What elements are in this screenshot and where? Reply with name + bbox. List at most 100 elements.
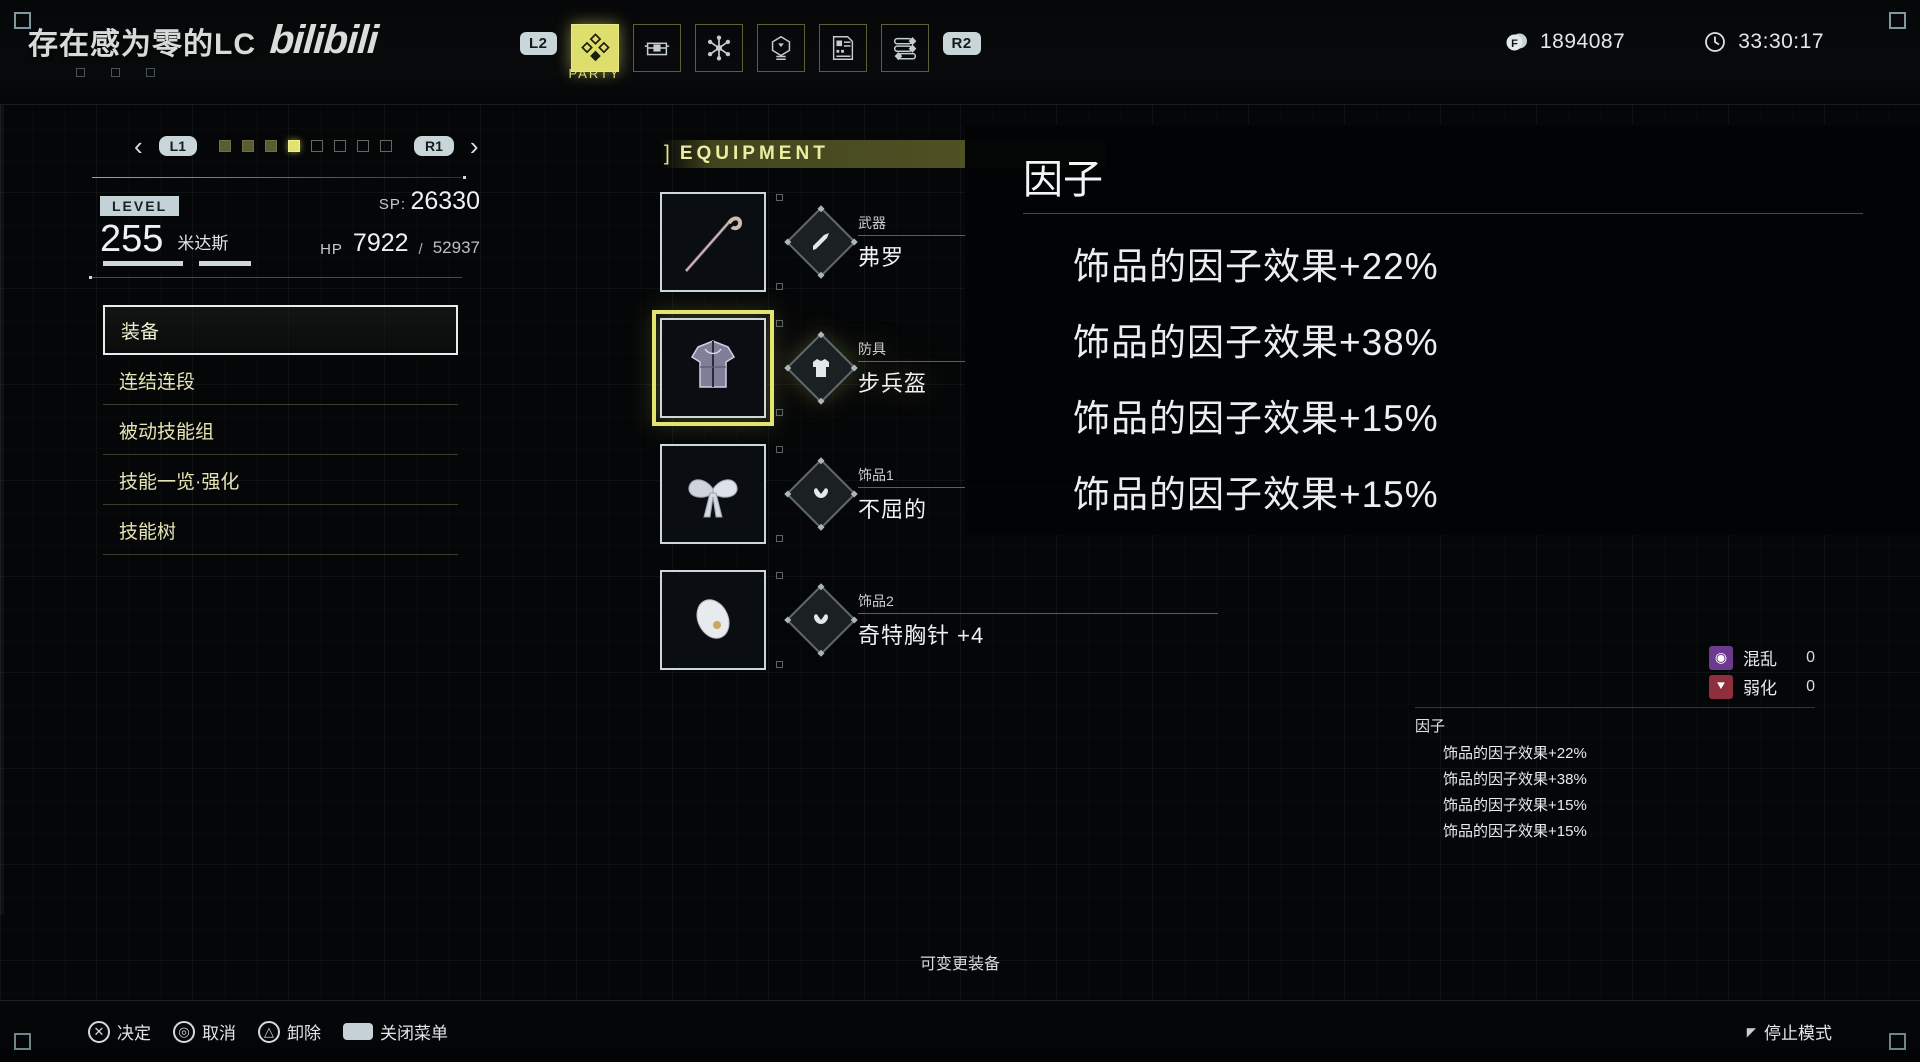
stop-mode-label: 停止模式 <box>1764 1024 1832 1043</box>
slot-tick <box>776 194 783 201</box>
slot-icon-frame <box>652 310 774 426</box>
hp-max: 52937 <box>432 238 480 257</box>
overlay-title: 因子 <box>1023 158 1103 202</box>
menu-item-equipment[interactable]: 装备 <box>103 305 458 355</box>
circle-button-icon: ◎ <box>173 1020 195 1043</box>
bottom-bar: ✕ 决定 ◎ 取消 △ 卸除 关闭菜单 ◤ 停止模式 <box>0 1000 1920 1062</box>
slot-info: 饰品2 奇特胸针 +4 <box>784 583 1218 657</box>
sliders-icon <box>893 37 916 61</box>
character-pager: ‹ L1 R1 › <box>130 133 483 159</box>
slot-icon-frame <box>660 192 766 292</box>
status-effect-row: ⯆ 弱化 0 <box>1415 674 1815 699</box>
document-icon <box>832 36 853 60</box>
menu-item-link-combo[interactable]: 连结连段 <box>103 356 458 405</box>
staff-item-art <box>684 216 743 272</box>
status-effect-value: 0 <box>1806 648 1815 666</box>
armor-icon <box>813 359 829 377</box>
control-hints: ✕ 决定 ◎ 取消 △ 卸除 关闭菜单 <box>88 1019 448 1044</box>
character-menu: 装备 连结连段 被动技能组 技能一览·强化 技能树 <box>103 305 458 556</box>
weapon-slot-badge <box>784 205 858 279</box>
equipment-title: EQUIPMENT <box>679 143 829 164</box>
tooltip-divider <box>1415 707 1815 708</box>
hint-confirm: ✕ 决定 <box>88 1019 151 1044</box>
menu-item-skill-list[interactable]: 技能一览·强化 <box>103 456 458 505</box>
pager-divider <box>92 176 466 179</box>
slot-tick <box>776 661 783 668</box>
tooltip-section-title: 因子 <box>1415 718 1446 735</box>
slot-icon-frame <box>660 444 766 544</box>
tab-items[interactable] <box>632 24 681 72</box>
equipment-bracket-icon: ] <box>664 142 670 165</box>
accessory-icon <box>814 488 828 498</box>
slot-kind-label: 饰品2 <box>858 592 894 609</box>
equipment-footer-hint: 可变更装备 <box>919 956 1000 973</box>
top-stats: F 1894087 33:30:17 <box>1505 30 1824 54</box>
tab-party[interactable] <box>570 24 619 72</box>
menu-item-label: 被动技能组 <box>119 421 215 443</box>
prev-character-arrow[interactable]: ‹ <box>130 133 147 159</box>
magnified-factor-overlay: 因子 饰品的因子效果+22% 饰品的因子效果+38% 饰品的因子效果+15% 饰… <box>965 125 1920 535</box>
overlay-effect-line: 饰品的因子效果+22% <box>1073 246 1439 287</box>
stop-mode-indicator: ◤ 停止模式 <box>1747 1019 1832 1044</box>
playtime-display: 33:30:17 <box>1703 30 1824 54</box>
overlay-effect-line: 饰品的因子效果+15% <box>1073 398 1439 439</box>
armor-item-art <box>690 340 736 388</box>
nav-tabs: L2 PARTY R2 <box>520 14 981 81</box>
status-effect-label: 弱化 <box>1743 679 1777 698</box>
tab-settings[interactable] <box>880 24 929 72</box>
character-stats: LEVEL SP: 26330 255 米达斯 HP 7922 / 52937 <box>100 187 480 258</box>
slot-tick <box>776 320 783 327</box>
r2-key-hint: R2 <box>942 32 981 55</box>
tab-records[interactable] <box>818 24 867 72</box>
slot-icon-frame <box>660 570 766 670</box>
stat-bars <box>103 261 463 266</box>
currency-value: 1894087 <box>1539 30 1626 53</box>
currency-display: F 1894087 <box>1505 30 1625 54</box>
overlay-effect-line: 饰品的因子效果+38% <box>1073 322 1439 363</box>
stream-watermark: 存在感为零的LC bilibili <box>28 18 379 63</box>
triangle-button-icon: △ <box>258 1020 280 1043</box>
tab-party-wrap: PARTY <box>568 14 619 81</box>
top-bar: 存在感为零的LC bilibili L2 PARTY R2 F 1894087 … <box>0 0 1920 105</box>
sp-bar <box>103 261 183 266</box>
hint-label: 决定 <box>117 1024 151 1043</box>
ribbon-item-art <box>688 479 738 518</box>
corner-marker-bottom-left <box>14 1033 31 1050</box>
watermark-username: 存在感为零的LC <box>28 27 256 61</box>
hint-label: 卸除 <box>287 1024 321 1043</box>
tooltip-effect-line: 饰品的因子效果+38% <box>1443 771 1587 788</box>
armor-slot-badge <box>784 331 858 405</box>
tooltip-effect-line: 饰品的因子效果+15% <box>1443 797 1587 814</box>
chest-icon <box>644 42 669 56</box>
character-name: 米达斯 <box>177 234 229 253</box>
watermark-dots <box>76 68 155 77</box>
coin-icon: F <box>1506 33 1527 51</box>
playtime-value: 33:30:17 <box>1738 30 1824 53</box>
brooch-item-art <box>696 599 730 639</box>
accessory2-slot-badge <box>784 583 858 657</box>
corner-marker-bottom-right <box>1889 1033 1906 1050</box>
tooltip-effect-line: 饰品的因子效果+15% <box>1443 823 1587 840</box>
equipment-slot-accessory-2[interactable]: 饰品2 奇特胸针 +4 <box>660 568 1280 672</box>
status-effect-label: 混乱 <box>1743 650 1777 669</box>
accessory1-slot-badge <box>784 457 858 531</box>
menu-item-label: 连结连段 <box>119 371 196 393</box>
menu-item-label: 装备 <box>121 321 160 343</box>
accessory-icon <box>814 614 828 624</box>
snowflake-node-icon <box>707 35 730 61</box>
bulb-hex-icon <box>771 35 790 60</box>
menu-item-skill-tree[interactable]: 技能树 <box>103 506 458 555</box>
menu-item-passive-skills[interactable]: 被动技能组 <box>103 406 458 455</box>
slot-underline <box>858 612 1218 614</box>
slot-tick <box>776 446 783 453</box>
corner-marker-top-right <box>1889 12 1906 29</box>
hint-label: 取消 <box>202 1024 236 1043</box>
slot-tick <box>776 572 783 579</box>
tab-skills[interactable] <box>694 24 743 72</box>
clock-icon <box>1705 32 1726 52</box>
stats-divider <box>89 276 462 279</box>
down-arrows-icon: ⯆ <box>1709 674 1733 699</box>
next-character-arrow[interactable]: › <box>466 133 483 159</box>
tab-knowledge[interactable] <box>756 24 805 72</box>
slot-item-name: 奇特胸针 +4 <box>858 622 985 648</box>
